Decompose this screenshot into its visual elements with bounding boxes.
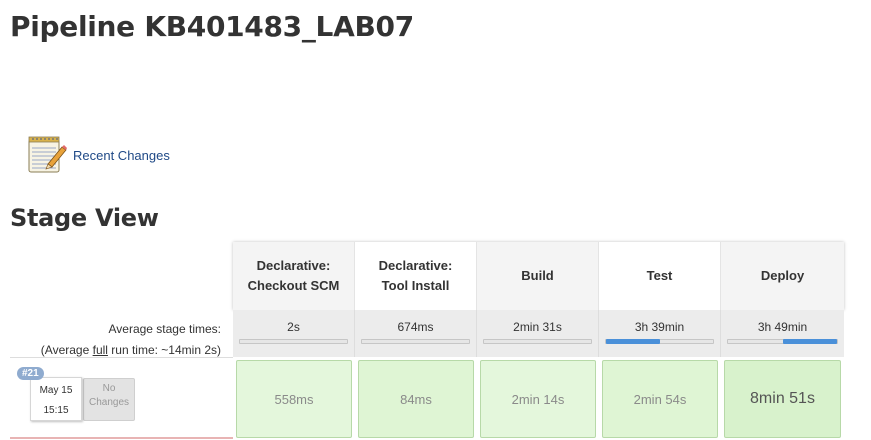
stage-header-checkout-scm: Declarative: Checkout SCM xyxy=(233,242,355,310)
avg-progress-bar xyxy=(605,339,714,344)
avg-progress-bar xyxy=(239,339,348,344)
run-stage-cells: 558ms 84ms 2min 14s 2min 54s 8min 51s xyxy=(233,357,844,440)
avg-time: 2s xyxy=(287,320,300,334)
avg-time: 3h 49min xyxy=(757,320,808,334)
avg-cell-test: 3h 39min xyxy=(599,310,721,357)
avg-time: 674ms xyxy=(397,320,434,334)
avg-progress-bar xyxy=(361,339,470,344)
average-times-row: 2s 674ms 2min 31s 3h 39min 3h 49min xyxy=(233,310,844,357)
avg-time: 3h 39min xyxy=(634,320,685,334)
build-time: 15:15 xyxy=(43,405,69,416)
recent-changes-label[interactable]: Recent Changes xyxy=(73,148,170,163)
stage-view-table: Declarative: Checkout SCM Declarative: Too… xyxy=(233,242,844,357)
avg-time: 2min 31s xyxy=(513,320,562,334)
average-stage-times-text: Average stage times: xyxy=(108,322,221,336)
avg-progress-bar xyxy=(483,339,592,344)
full-run-link[interactable]: full xyxy=(93,343,108,357)
build-number-badge[interactable]: #21 xyxy=(17,367,44,380)
stage-headers: Declarative: Checkout SCM Declarative: Too… xyxy=(233,242,844,310)
stage-header-build: Build xyxy=(477,242,599,310)
avg-progress-bar xyxy=(727,339,838,344)
stage-cell-checkout-scm[interactable]: 558ms xyxy=(233,357,355,440)
stage-header-test: Test xyxy=(599,242,721,310)
stage-header-deploy: Deploy xyxy=(721,242,844,310)
avg-cell-build: 2min 31s xyxy=(477,310,599,357)
page-title: Pipeline KB401483_LAB07 xyxy=(10,10,414,43)
stage-cell-test[interactable]: 2min 54s xyxy=(599,357,721,440)
stage-cell-build[interactable]: 2min 14s xyxy=(477,357,599,440)
stage-view-title: Stage View xyxy=(10,204,159,232)
build-date-card[interactable]: May 15 15:15 xyxy=(30,377,82,421)
run-separator xyxy=(10,437,233,439)
stage-duration[interactable]: 2min 14s xyxy=(480,360,596,438)
average-stage-times-label: Average stage times: (Average full run t… xyxy=(41,319,221,361)
stage-duration[interactable]: 84ms xyxy=(358,360,474,438)
avg-cell-checkout-scm: 2s xyxy=(233,310,355,357)
stage-duration[interactable]: 8min 51s xyxy=(724,360,841,438)
no-changes-box[interactable]: No Changes xyxy=(83,378,135,421)
notepad-icon xyxy=(28,136,67,173)
stage-cell-tool-install[interactable]: 84ms xyxy=(355,357,477,440)
stage-duration[interactable]: 558ms xyxy=(236,360,352,438)
stage-duration[interactable]: 2min 54s xyxy=(602,360,718,438)
stage-header-tool-install: Declarative: Tool Install xyxy=(355,242,477,310)
avg-cell-deploy: 3h 49min xyxy=(721,310,844,357)
run-divider xyxy=(10,357,233,358)
stage-cell-deploy[interactable]: 8min 51s xyxy=(721,357,844,440)
build-date: May 15 xyxy=(39,385,73,396)
recent-changes-link[interactable]: Recent Changes xyxy=(26,134,170,176)
avg-cell-tool-install: 674ms xyxy=(355,310,477,357)
